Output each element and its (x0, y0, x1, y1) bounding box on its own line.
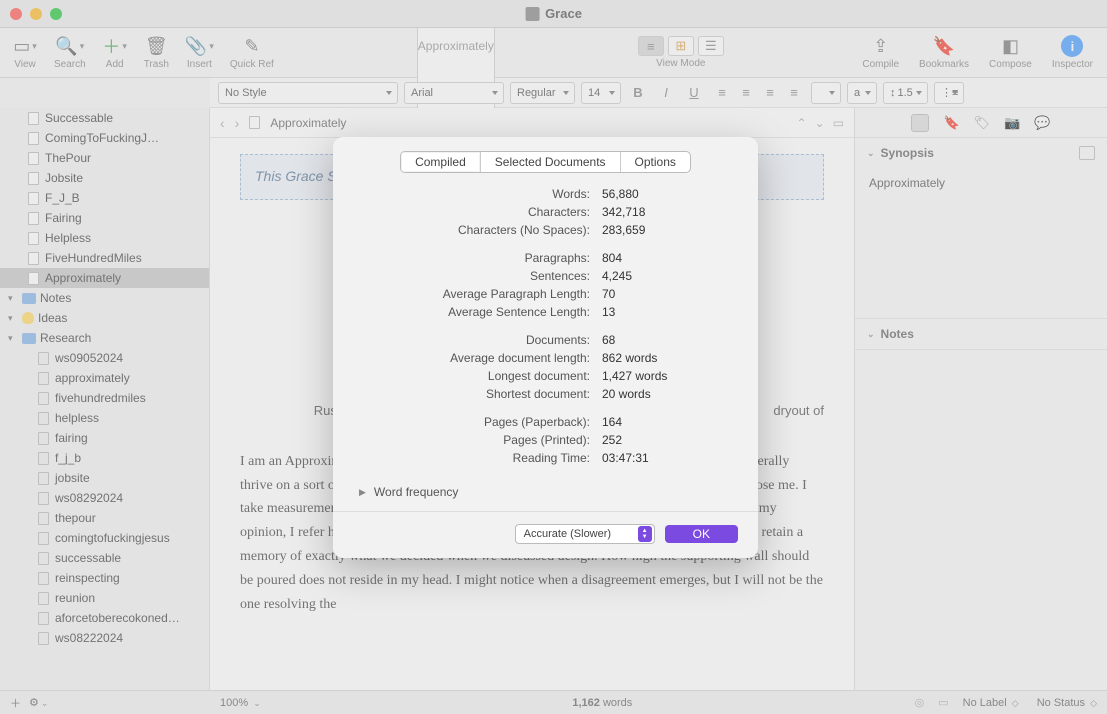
stat-row: Sentences:4,245 (359, 267, 732, 285)
stat-row: Paragraphs:804 (359, 249, 732, 267)
tab-compiled[interactable]: Compiled (401, 152, 481, 172)
stepper-icon: ▲▼ (638, 526, 652, 542)
stat-row: Average Paragraph Length:70 (359, 285, 732, 303)
stat-row: Average document length:862 words (359, 349, 732, 367)
accuracy-select[interactable]: Accurate (Slower) ▲▼ (515, 524, 655, 544)
stat-row: Average Sentence Length:13 (359, 303, 732, 321)
stat-row: Pages (Paperback):164 (359, 413, 732, 431)
dialog-tabs: Compiled Selected Documents Options (400, 151, 691, 173)
statistics-dialog: Compiled Selected Documents Options Word… (333, 137, 758, 558)
stat-row: Words:56,880 (359, 185, 732, 203)
stat-row: Characters (No Spaces):283,659 (359, 221, 732, 239)
tab-selected[interactable]: Selected Documents (481, 152, 621, 172)
stat-row: Reading Time:03:47:31 (359, 449, 732, 467)
stat-row: Characters:342,718 (359, 203, 732, 221)
tab-options[interactable]: Options (621, 152, 690, 172)
stat-row: Pages (Printed):252 (359, 431, 732, 449)
chevron-right-icon: ▶ (359, 487, 366, 498)
stat-row: Shortest document:20 words (359, 385, 732, 403)
stat-row: Longest document:1,427 words (359, 367, 732, 385)
word-frequency-toggle[interactable]: ▶ Word frequency (333, 477, 758, 499)
ok-button[interactable]: OK (665, 525, 738, 543)
stat-row: Documents:68 (359, 331, 732, 349)
